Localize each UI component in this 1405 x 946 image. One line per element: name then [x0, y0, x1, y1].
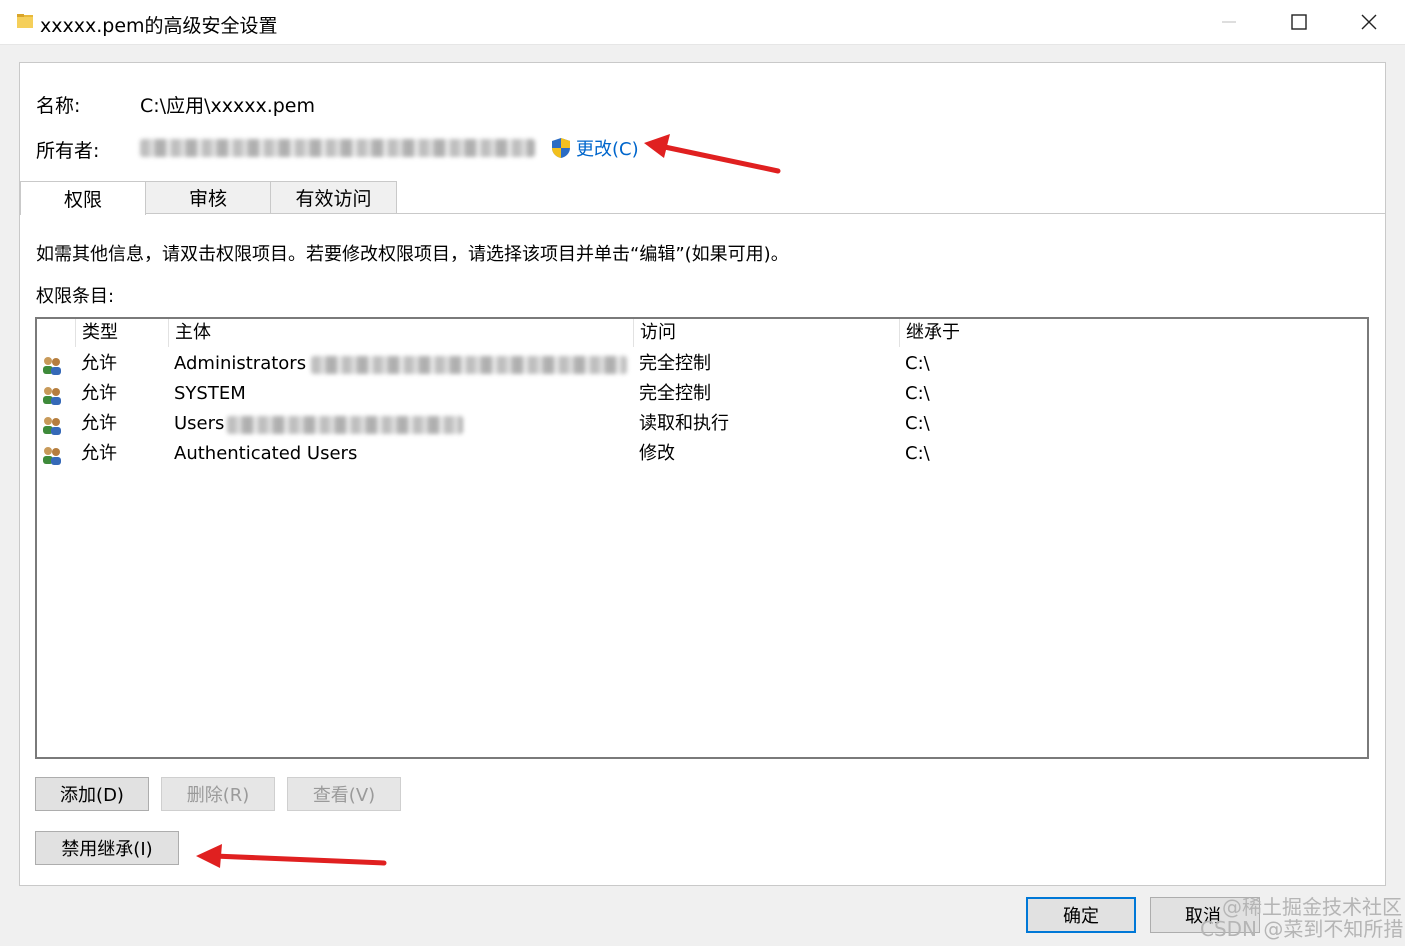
minimize-button[interactable]: [1194, 0, 1264, 44]
cell-inherited: C:\: [905, 443, 930, 464]
name-label: 名称:: [36, 95, 81, 117]
cell-inherited: C:\: [905, 353, 930, 374]
cell-principal: Users: [174, 413, 225, 434]
column-header-type[interactable]: 类型: [75, 319, 168, 347]
users-group-icon: [43, 357, 61, 375]
tab-auditing[interactable]: 审核: [144, 181, 272, 213]
close-button[interactable]: [1334, 0, 1404, 44]
description-text: 如需其他信息，请双击权限项目。若要修改权限项目，请选择该项目并单击“编辑”(如果…: [36, 244, 789, 265]
view-button[interactable]: 查看(V): [287, 777, 401, 811]
close-icon: [1361, 14, 1377, 30]
cell-principal: SYSTEM: [174, 383, 246, 404]
tab-permissions[interactable]: 权限: [20, 181, 146, 215]
tab-bar: 权限 审核 有效访问: [20, 181, 1385, 215]
name-value: C:\应用\xxxxx.pem: [140, 95, 315, 117]
cell-access: 读取和执行: [639, 413, 729, 434]
watermark-line-2: CSDN @菜到不知所措: [1200, 917, 1404, 941]
principal-detail-redacted: [227, 416, 463, 434]
folder-icon: [17, 14, 33, 28]
users-group-icon: [43, 447, 61, 465]
table-row[interactable]: 允许 SYSTEM 完全控制 C:\: [37, 379, 1367, 409]
change-owner-label: 更改(C): [576, 139, 639, 160]
annotation-arrow-change: [644, 134, 781, 174]
table-row[interactable]: 允许 Users 读取和执行 C:\: [37, 409, 1367, 439]
cell-type: 允许: [81, 383, 117, 404]
cell-type: 允许: [81, 443, 117, 464]
column-header-access[interactable]: 访问: [633, 319, 899, 347]
table-row[interactable]: 允许 Authenticated Users 修改 C:\: [37, 439, 1367, 469]
cell-access: 修改: [639, 443, 675, 464]
watermark-line-1: @稀土掘金技术社区: [1222, 895, 1402, 919]
column-header-inherited[interactable]: 继承于: [899, 319, 1365, 347]
users-group-icon: [43, 387, 61, 405]
watermark: @稀土掘金技术社区 CSDN @菜到不知所措: [1200, 896, 1403, 940]
list-header: 类型 主体 访问 继承于: [37, 319, 1367, 347]
cell-inherited: C:\: [905, 413, 930, 434]
maximize-icon: [1291, 14, 1307, 30]
window-title: xxxxx.pem的高级安全设置: [40, 15, 278, 37]
disable-inheritance-button[interactable]: 禁用继承(I): [35, 831, 179, 865]
cell-access: 完全控制: [639, 383, 711, 404]
uac-shield-icon: [552, 138, 570, 158]
cell-principal: Authenticated Users: [174, 443, 358, 464]
ok-button[interactable]: 确定: [1026, 897, 1136, 933]
tab-effective-access[interactable]: 有效访问: [270, 181, 397, 213]
security-panel: 名称: C:\应用\xxxxx.pem 所有者: 更改(C) 权限 审核 有效访…: [19, 62, 1386, 886]
cell-principal: Administrators: [174, 353, 307, 374]
cell-access: 完全控制: [639, 353, 711, 374]
annotation-arrow-inheritance: [196, 844, 387, 868]
owner-value-redacted: [140, 139, 535, 157]
table-row[interactable]: 允许 Administrators 完全控制 C:\: [37, 349, 1367, 379]
cell-inherited: C:\: [905, 383, 930, 404]
permission-entries-label: 权限条目:: [36, 286, 115, 307]
change-owner-link[interactable]: 更改(C): [550, 135, 639, 161]
minimize-icon: [1222, 21, 1236, 23]
title-bar: xxxxx.pem的高级安全设置: [0, 0, 1405, 45]
principal-detail-redacted: [311, 356, 627, 374]
maximize-button[interactable]: [1264, 0, 1334, 44]
cell-type: 允许: [81, 353, 117, 374]
cell-type: 允许: [81, 413, 117, 434]
add-button[interactable]: 添加(D): [35, 777, 149, 811]
column-header-principal[interactable]: 主体: [168, 319, 633, 347]
remove-button[interactable]: 删除(R): [161, 777, 275, 811]
users-group-icon: [43, 417, 61, 435]
permission-entries-list[interactable]: 类型 主体 访问 继承于 允许 Administrators 完全控制 C:\ …: [35, 317, 1369, 759]
owner-label: 所有者:: [36, 140, 100, 162]
